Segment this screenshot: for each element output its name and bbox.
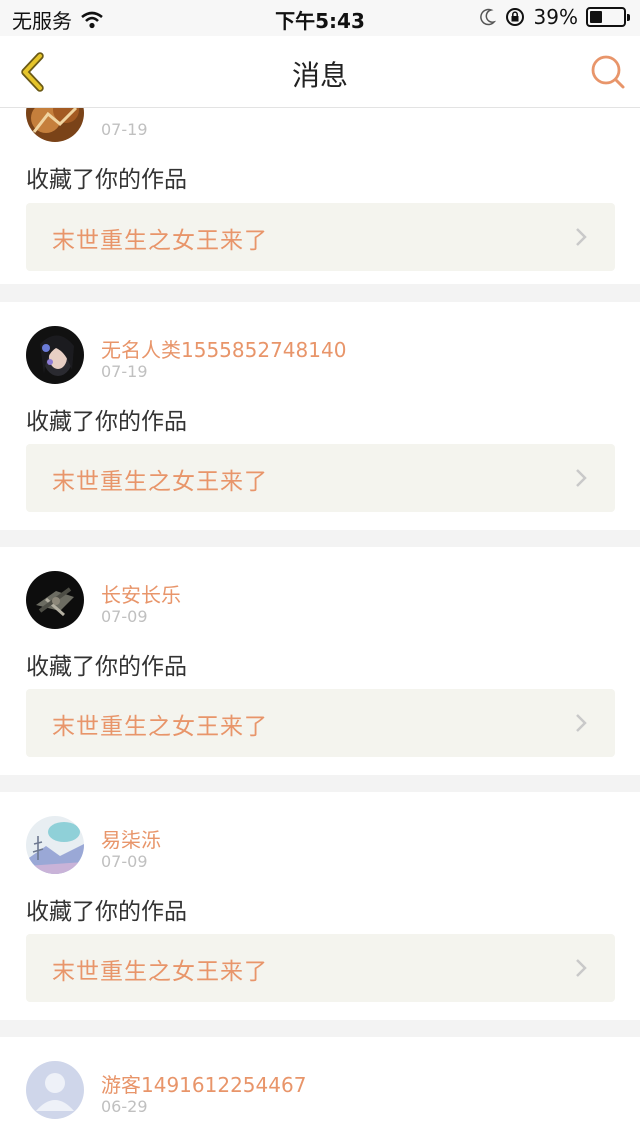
page-title: 消息 — [291, 59, 348, 92]
username[interactable]: 易柒泺 — [101, 824, 161, 853]
navigation-bar: 消息 — [0, 36, 640, 108]
moon-icon — [479, 8, 496, 26]
avatar[interactable] — [26, 108, 84, 142]
message-item: 易柒泺 07-09 收藏了你的作品 末世重生之女王来了 — [0, 792, 640, 1020]
battery-percent: 39% — [533, 5, 578, 29]
chevron-right-icon — [576, 959, 587, 977]
status-bar: 无服务 下午5:43 39% — [0, 0, 640, 36]
work-title: 末世重生之女王来了 — [52, 959, 268, 985]
work-title: 末世重生之女王来了 — [52, 714, 268, 740]
message-date: 07-19 — [101, 120, 148, 139]
username[interactable]: 长安长乐 — [101, 579, 181, 608]
message-date: 07-09 — [101, 852, 148, 871]
message-date: 07-19 — [101, 362, 148, 381]
avatar[interactable] — [26, 816, 84, 874]
action-text: 收藏了你的作品 — [26, 654, 187, 680]
avatar[interactable] — [26, 326, 84, 384]
avatar[interactable] — [26, 571, 84, 629]
avatar[interactable] — [26, 1061, 84, 1119]
chevron-right-icon — [576, 469, 587, 487]
orientation-lock-icon — [505, 8, 524, 26]
username[interactable]: 游客1491612254467 — [101, 1069, 306, 1098]
message-item: 游客1491612254467 06-29 — [0, 1037, 640, 1139]
chevron-right-icon — [576, 714, 587, 732]
action-text: 收藏了你的作品 — [26, 409, 187, 435]
work-title: 末世重生之女王来了 — [52, 469, 268, 495]
username[interactable]: 无名人类1555852748140 — [101, 334, 346, 363]
battery-level — [590, 11, 603, 23]
message-date: 06-29 — [101, 1097, 148, 1116]
action-text: 收藏了你的作品 — [26, 899, 187, 925]
status-right: 39% — [479, 5, 630, 29]
message-item: 长安长乐 07-09 收藏了你的作品 末世重生之女王来了 — [0, 547, 640, 775]
work-link[interactable]: 末世重生之女王来了 — [26, 934, 615, 1002]
work-title: 末世重生之女王来了 — [52, 228, 268, 254]
message-item: 07-19 收藏了你的作品 末世重生之女王来了 — [0, 108, 640, 284]
work-link[interactable]: 末世重生之女王来了 — [26, 689, 615, 757]
battery-icon — [586, 7, 630, 27]
work-link[interactable]: 末世重生之女王来了 — [26, 444, 615, 512]
chevron-right-icon — [576, 228, 587, 246]
message-list[interactable]: 07-19 收藏了你的作品 末世重生之女王来了 无名人类155585274814… — [0, 108, 640, 1139]
action-text: 收藏了你的作品 — [26, 167, 187, 193]
search-icon[interactable] — [588, 52, 628, 92]
message-item: 无名人类1555852748140 07-19 收藏了你的作品 末世重生之女王来… — [0, 302, 640, 530]
message-date: 07-09 — [101, 607, 148, 626]
work-link[interactable]: 末世重生之女王来了 — [26, 203, 615, 271]
